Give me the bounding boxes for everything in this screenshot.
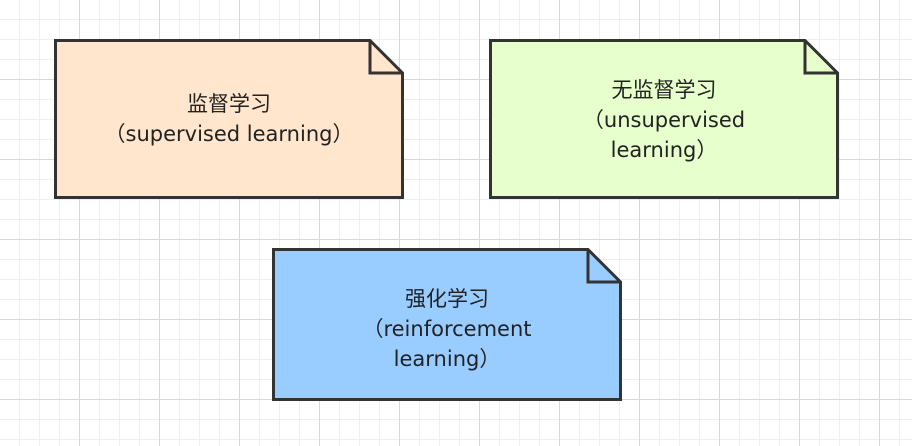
note-subtitle-line-2: learning） — [393, 347, 501, 371]
note-title: 监督学习 — [187, 92, 271, 116]
note-reinforcement-learning[interactable]: 强化学习 （reinforcement learning） — [272, 248, 622, 401]
note-subtitle-line-1: （reinforcement — [362, 317, 532, 341]
note-label: 无监督学习 （unsupervised learning） — [489, 67, 839, 173]
note-label: 监督学习 （supervised learning） — [54, 81, 404, 157]
note-subtitle-line-1: （unsupervised — [582, 108, 746, 132]
note-label: 强化学习 （reinforcement learning） — [272, 276, 622, 382]
note-subtitle-line-2: learning） — [610, 138, 718, 162]
note-title: 无监督学习 — [611, 78, 717, 102]
diagram-canvas: 监督学习 （supervised learning） 无监督学习 （unsupe… — [0, 0, 912, 446]
note-subtitle: （supervised learning） — [104, 122, 354, 146]
note-unsupervised-learning[interactable]: 无监督学习 （unsupervised learning） — [489, 39, 839, 199]
note-supervised-learning[interactable]: 监督学习 （supervised learning） — [54, 39, 404, 199]
note-title: 强化学习 — [405, 287, 489, 311]
